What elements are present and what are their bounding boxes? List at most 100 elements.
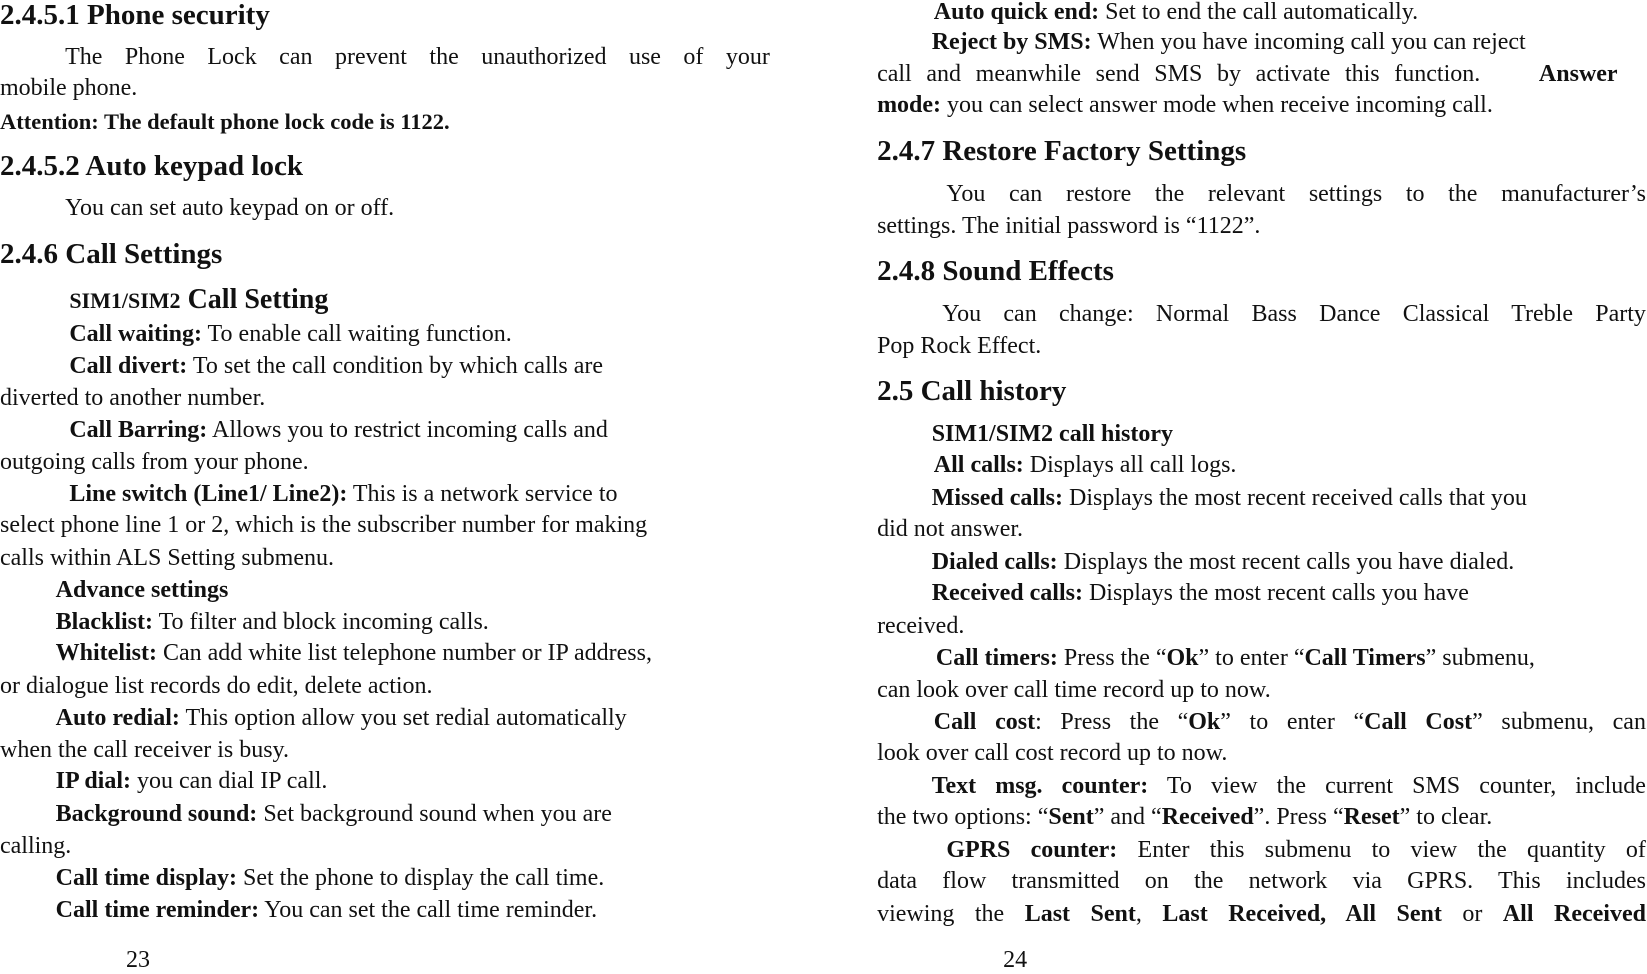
text-line: Call time display: Set the phone to disp…	[56, 863, 605, 893]
bold-term: IP dial:	[55, 768, 132, 795]
text-run: outgoing calls from your phone.	[0, 449, 309, 476]
bold-term: Auto quick end:	[933, 0, 1100, 25]
text-run: This is a network service to	[347, 480, 618, 507]
bold-term: Ok	[1188, 708, 1221, 735]
text-run: When you have incoming call you can reje…	[1091, 29, 1526, 55]
bold-term: Blacklist:	[55, 608, 153, 635]
bold-term: Line switch (Line1/ Line2):	[69, 480, 348, 507]
text-run: can look over call time record up to now…	[877, 677, 1271, 704]
bold-term: Received calls:	[931, 580, 1083, 607]
text-run: Enter this submenu to view the quantity …	[1117, 836, 1646, 863]
text-line: Call time reminder: You can set the call…	[56, 895, 597, 925]
text-run: ” to enter “	[1220, 708, 1365, 735]
text-run: you can select answer mode when receive …	[941, 92, 1493, 119]
bold-term: mode:	[877, 92, 942, 119]
text-run: diverted to another number.	[0, 385, 266, 412]
text-run: ”. Press “	[1253, 804, 1344, 831]
bold-term: Call Timers	[1304, 644, 1426, 671]
text-line: calling.	[0, 831, 71, 861]
bold-term: Call Barring:	[69, 416, 208, 443]
text-line: Pop Rock Effect.	[877, 331, 1041, 361]
bold-term: Reset	[1343, 804, 1400, 831]
text-line: mode: you can select answer mode when re…	[877, 90, 1493, 120]
text-line: SIM1/SIM2 Call Setting	[69, 285, 328, 316]
text-line: Advance settings	[56, 575, 229, 605]
bold-term: Call Cost	[1364, 708, 1473, 735]
text-line: or dialogue list records do edit, delete…	[0, 671, 433, 701]
text-run: ” submenu,	[1425, 644, 1535, 671]
text-run: mobile phone.	[0, 75, 138, 102]
text-run: ” submenu, can	[1472, 708, 1646, 735]
text-run: the two options: “	[877, 804, 1049, 831]
bold-term: All Received	[1502, 900, 1646, 927]
text-line: can look over call time record up to now…	[877, 675, 1271, 705]
text-line: GPRS counter: Enter this submenu to view…	[946, 835, 1646, 865]
text-line: Received calls: Displays the most recent…	[932, 578, 1469, 608]
text-line: when the call receiver is busy.	[0, 735, 289, 765]
text-line: Background sound: Set background sound w…	[56, 799, 612, 829]
text-line: mobile phone.	[0, 73, 137, 103]
bold-term: Call timers:	[935, 644, 1058, 671]
text-run: You can set auto keypad on or off.	[65, 194, 395, 221]
text-line: You can restore the relevant settings to…	[946, 179, 1646, 209]
text-run: Press the “	[1057, 644, 1167, 671]
text-line: The Phone Lock can prevent the unauthori…	[65, 42, 770, 72]
bold-term: Text msg. counter:	[931, 772, 1149, 799]
text-line: calls within ALS Setting submenu.	[0, 543, 334, 573]
text-line: Text msg. counter: To view the current S…	[932, 771, 1646, 801]
text-run: Can add white list telephone number or I…	[156, 640, 652, 667]
text-run: look over call cost record up to now.	[877, 740, 1228, 767]
bold-term: Reject by SMS:	[931, 29, 1092, 55]
text-run: The Phone Lock can prevent the unauthori…	[65, 43, 770, 70]
text-line: diverted to another number.	[0, 383, 265, 413]
bold-term: 2.5 Call history	[877, 374, 1067, 407]
text-line: Auto redial: This option allow you set r…	[56, 703, 627, 733]
text-line: Call timers: Press the “Ok” to enter “Ca…	[936, 643, 1535, 673]
text-run: Displays the most recent received calls …	[1063, 484, 1527, 511]
text-line: Missed calls: Displays the most recent r…	[932, 483, 1527, 513]
bold-term: 2.4.5.1 Phone security	[0, 0, 270, 31]
text-line: Call Barring: Allows you to restrict inc…	[69, 415, 608, 445]
text-run: ” to clear.	[1399, 804, 1493, 831]
text-line: Call cost: Press the “Ok” to enter “Call…	[934, 707, 1646, 737]
text-line: Call divert: To set the call condition b…	[69, 351, 603, 381]
section-heading: 2.5 Call history	[877, 374, 1066, 408]
text-line: Call waiting: To enable call waiting fun…	[69, 319, 511, 349]
page-number: 23	[126, 947, 151, 974]
text-line: did not answer.	[877, 514, 1023, 544]
text-run: Displays all call logs.	[1023, 452, 1237, 479]
text-line: look over call cost record up to now.	[877, 738, 1227, 768]
text-run: You can restore the relevant settings to…	[946, 181, 1646, 208]
text-run: To set the call condition by which calls…	[187, 352, 604, 379]
text-run: calls within ALS Setting submenu.	[0, 544, 334, 571]
text-run: when the call receiver is busy.	[0, 736, 289, 763]
text-run: Allows you to restrict incoming calls an…	[207, 416, 608, 443]
bold-term: Background sound:	[55, 801, 258, 828]
text-line: call and meanwhile send SMS by activate …	[877, 59, 1618, 89]
text-run: You can set the call time reminder.	[259, 896, 598, 923]
text-line: SIM1/SIM2 call history	[932, 419, 1173, 449]
text-run: Displays the most recent calls you have	[1082, 580, 1469, 607]
text-run: This option allow you set redial automat…	[179, 705, 627, 732]
text-run: : Press the “	[1035, 708, 1189, 735]
text-run: Displays the most recent calls you have …	[1057, 548, 1515, 575]
text-run: Set the phone to display the call time.	[237, 865, 605, 892]
text-run: select phone line 1 or 2, which is the s…	[0, 512, 648, 539]
bold-term: GPRS counter:	[946, 836, 1118, 863]
text-line: the two options: “Sent” and “Received”. …	[877, 802, 1492, 832]
text-run: received.	[877, 613, 965, 640]
section-heading: 2.4.6 Call Settings	[0, 237, 222, 271]
text-line: Attention: The default phone lock code i…	[0, 107, 450, 137]
bold-term: 2.4.8 Sound Effects	[877, 254, 1114, 287]
text-line: Auto quick end: Set to end the call auto…	[934, 0, 1418, 27]
bold-term: 2.4.7 Restore Factory Settings	[877, 135, 1247, 168]
text-run: ” to enter “	[1198, 644, 1305, 671]
page-number: 24	[1003, 947, 1028, 974]
text-line: You can set auto keypad on or off.	[65, 193, 394, 223]
bold-term: Sent	[1048, 804, 1094, 831]
text-run: To view the current SMS counter, include	[1148, 772, 1646, 799]
text-line: select phone line 1 or 2, which is the s…	[0, 510, 647, 540]
text-line: Line switch (Line1/ Line2): This is a ne…	[69, 479, 617, 509]
text-line: outgoing calls from your phone.	[0, 447, 309, 477]
bold-term: Attention: The default phone lock code i…	[0, 108, 450, 134]
